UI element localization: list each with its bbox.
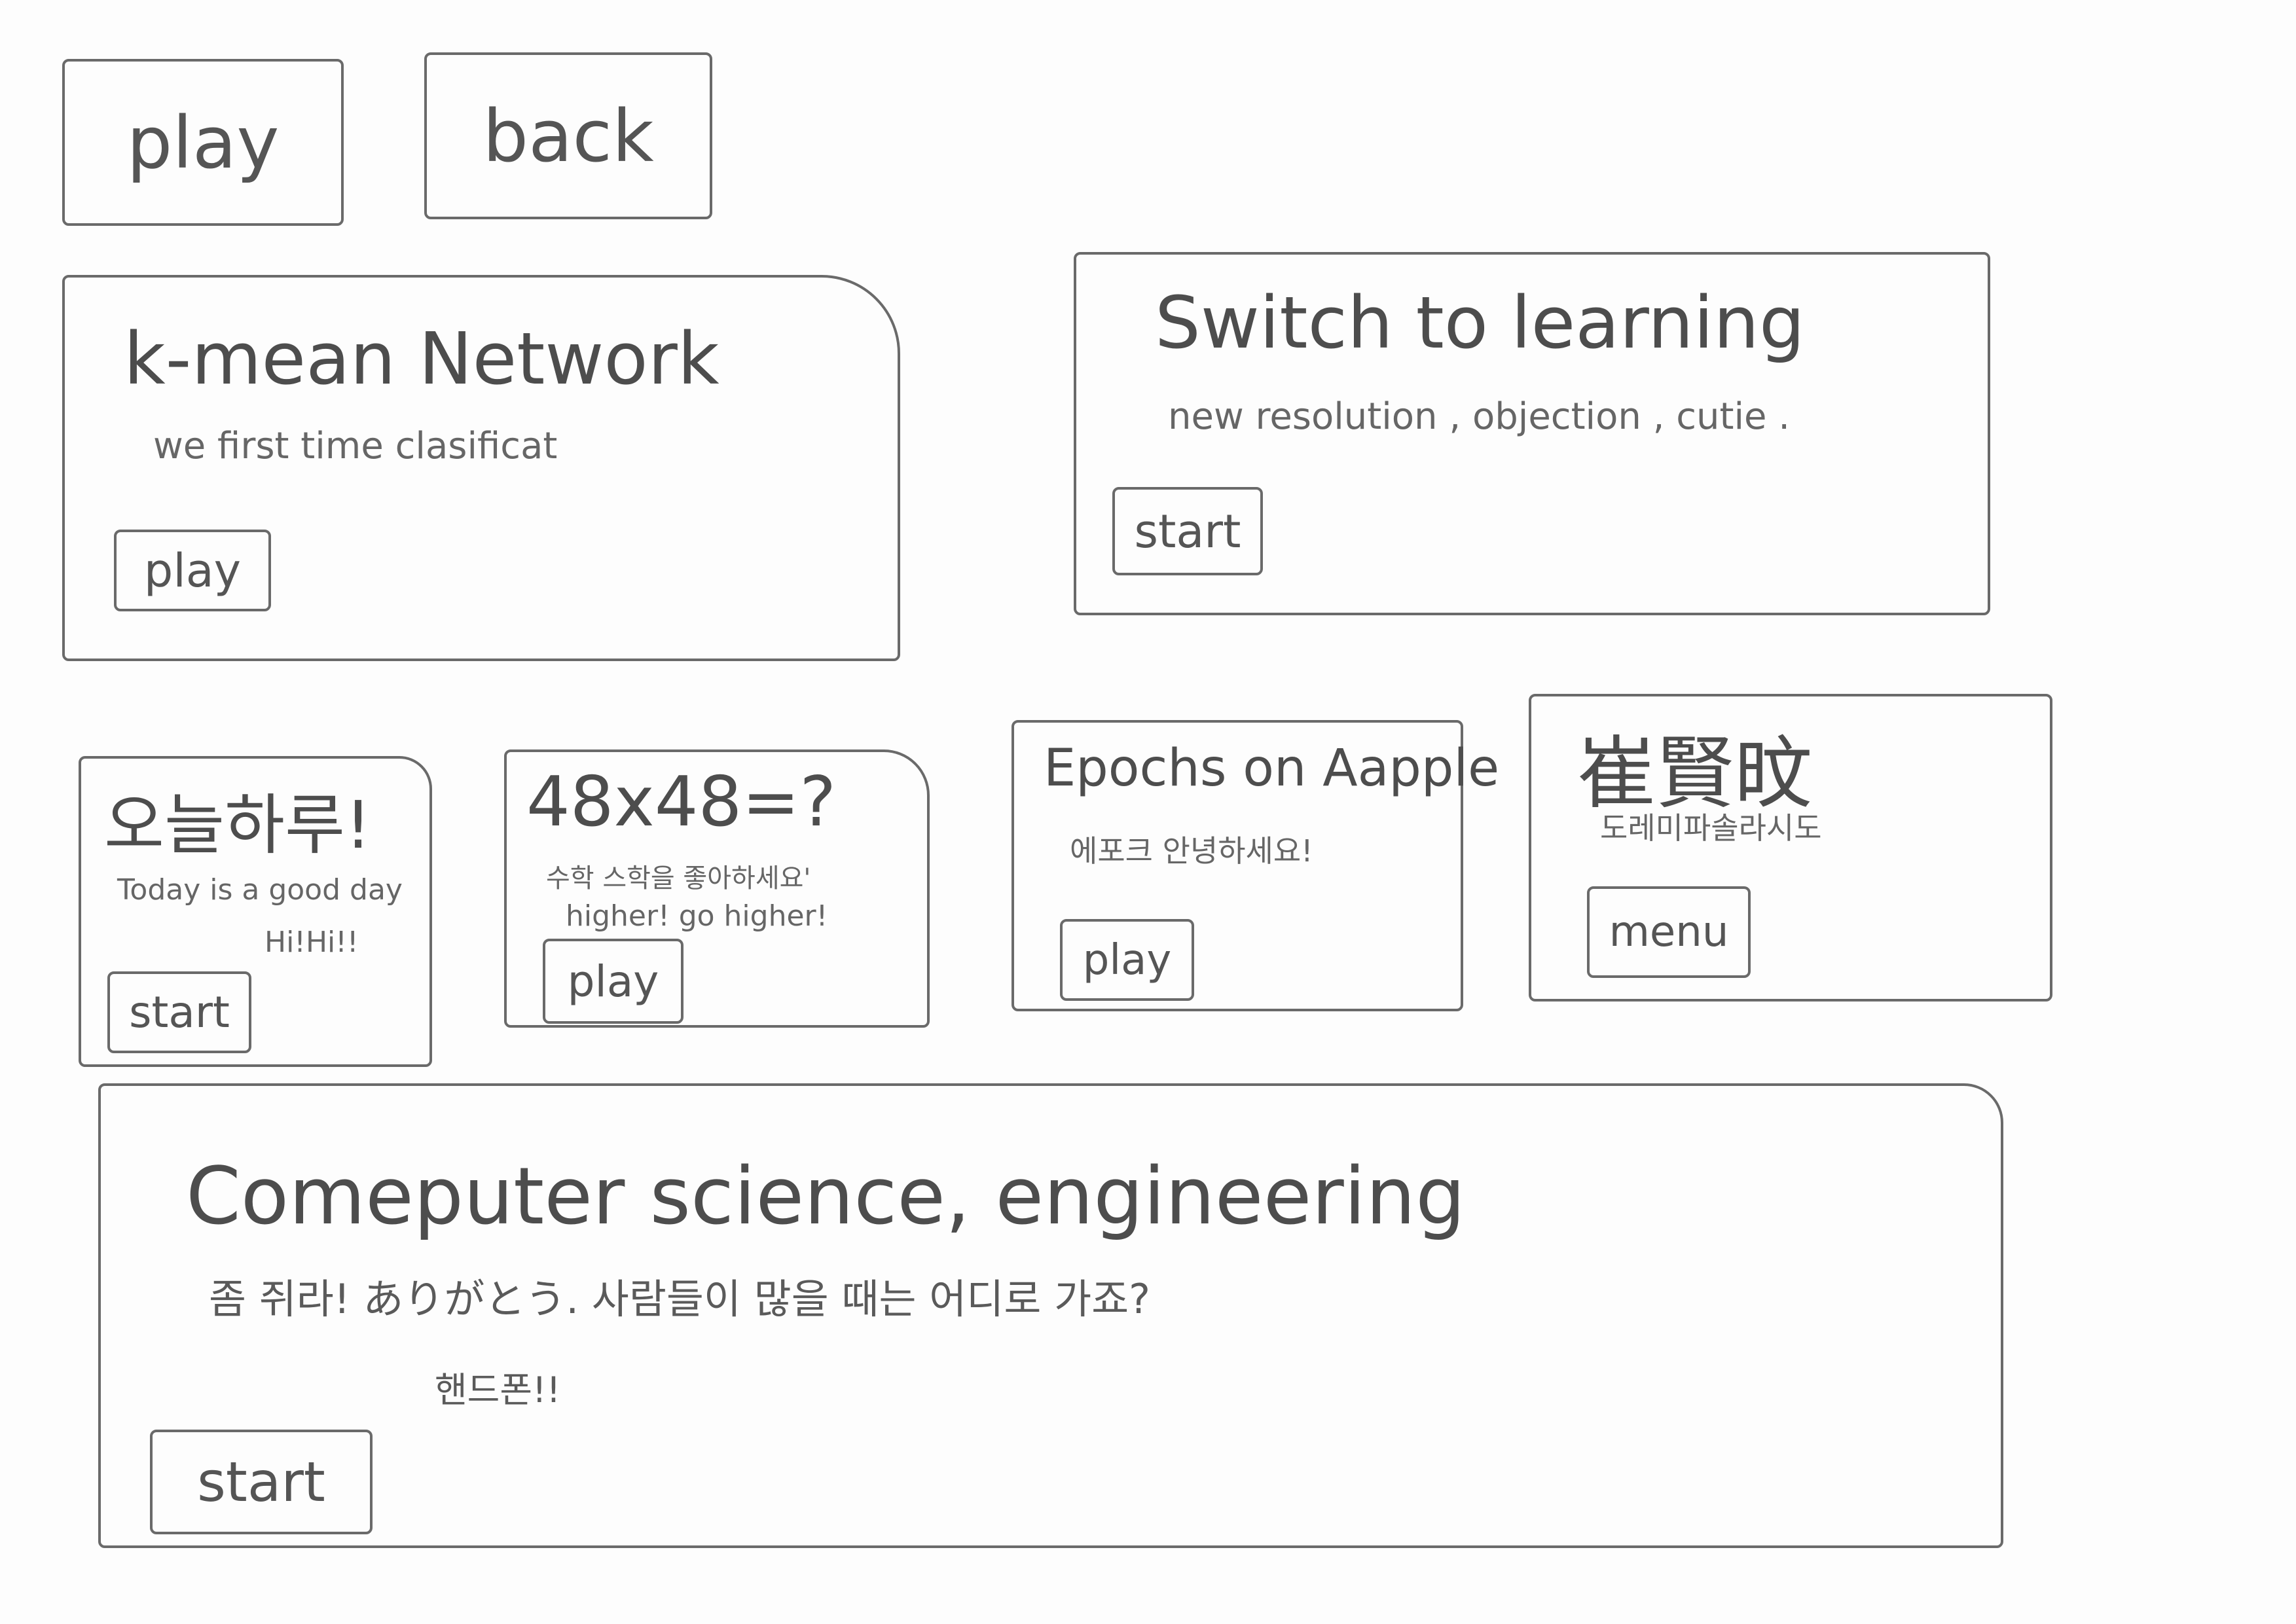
switch-start-button[interactable]: start — [1112, 487, 1263, 575]
switch-learning-card: Switch to learning new resolution , obje… — [1074, 252, 1990, 615]
name-card: 崔賢旼 도레미파솔라시도 menu — [1529, 694, 2052, 1001]
card-line-1: Today is a good day — [117, 873, 403, 907]
card-line-2: Hi!Hi!! — [264, 926, 359, 959]
epochs-play-button[interactable]: play — [1060, 919, 1194, 1001]
card-title: 오늘하루! — [104, 787, 372, 863]
cs-start-button[interactable]: start — [150, 1430, 373, 1534]
card-title: Epochs on Aapple — [1044, 739, 1500, 798]
back-button[interactable]: back — [424, 52, 712, 219]
math-play-button[interactable]: play — [543, 939, 683, 1024]
today-start-button[interactable]: start — [107, 971, 251, 1053]
card-line-1: 좀 쥐라! ありがとう. 사람들이 많을 때는 어디로 가죠? — [209, 1275, 1151, 1323]
card-line-1: 수학 스학을 좋아하세요' — [546, 863, 811, 893]
card-line-2: higher! go higher! — [566, 899, 828, 933]
math-card: 48x48=? 수학 스학을 좋아하세요' higher! go higher!… — [504, 749, 930, 1028]
card-subtitle: we first time clasificat — [153, 425, 558, 467]
kmean-play-button[interactable]: play — [114, 530, 271, 611]
card-subtitle: 에포크 안녕하세요! — [1070, 833, 1313, 869]
card-title: Switch to learning — [1155, 281, 1805, 365]
card-title: 48x48=? — [526, 762, 837, 842]
card-line-2: 핸드폰!! — [435, 1369, 561, 1411]
card-title: k-mean Network — [124, 317, 720, 401]
epochs-card: Epochs on Aapple 에포크 안녕하세요! play — [1011, 720, 1499, 1011]
card-subtitle: 도레미파솔라시도 — [1600, 810, 1822, 846]
today-card: 오늘하루! Today is a good day Hi!Hi!! start — [79, 756, 432, 1067]
card-subtitle: new resolution , objection , cutie . — [1168, 395, 1791, 438]
menu-button[interactable]: menu — [1587, 886, 1751, 978]
card-title: Comeputer science, engineering — [186, 1151, 1466, 1242]
kmean-network-card: k-mean Network we first time clasificat … — [62, 275, 900, 661]
play-button[interactable]: play — [62, 59, 344, 226]
computer-science-card: Comeputer science, engineering 좀 쥐라! ありが… — [98, 1083, 2003, 1548]
